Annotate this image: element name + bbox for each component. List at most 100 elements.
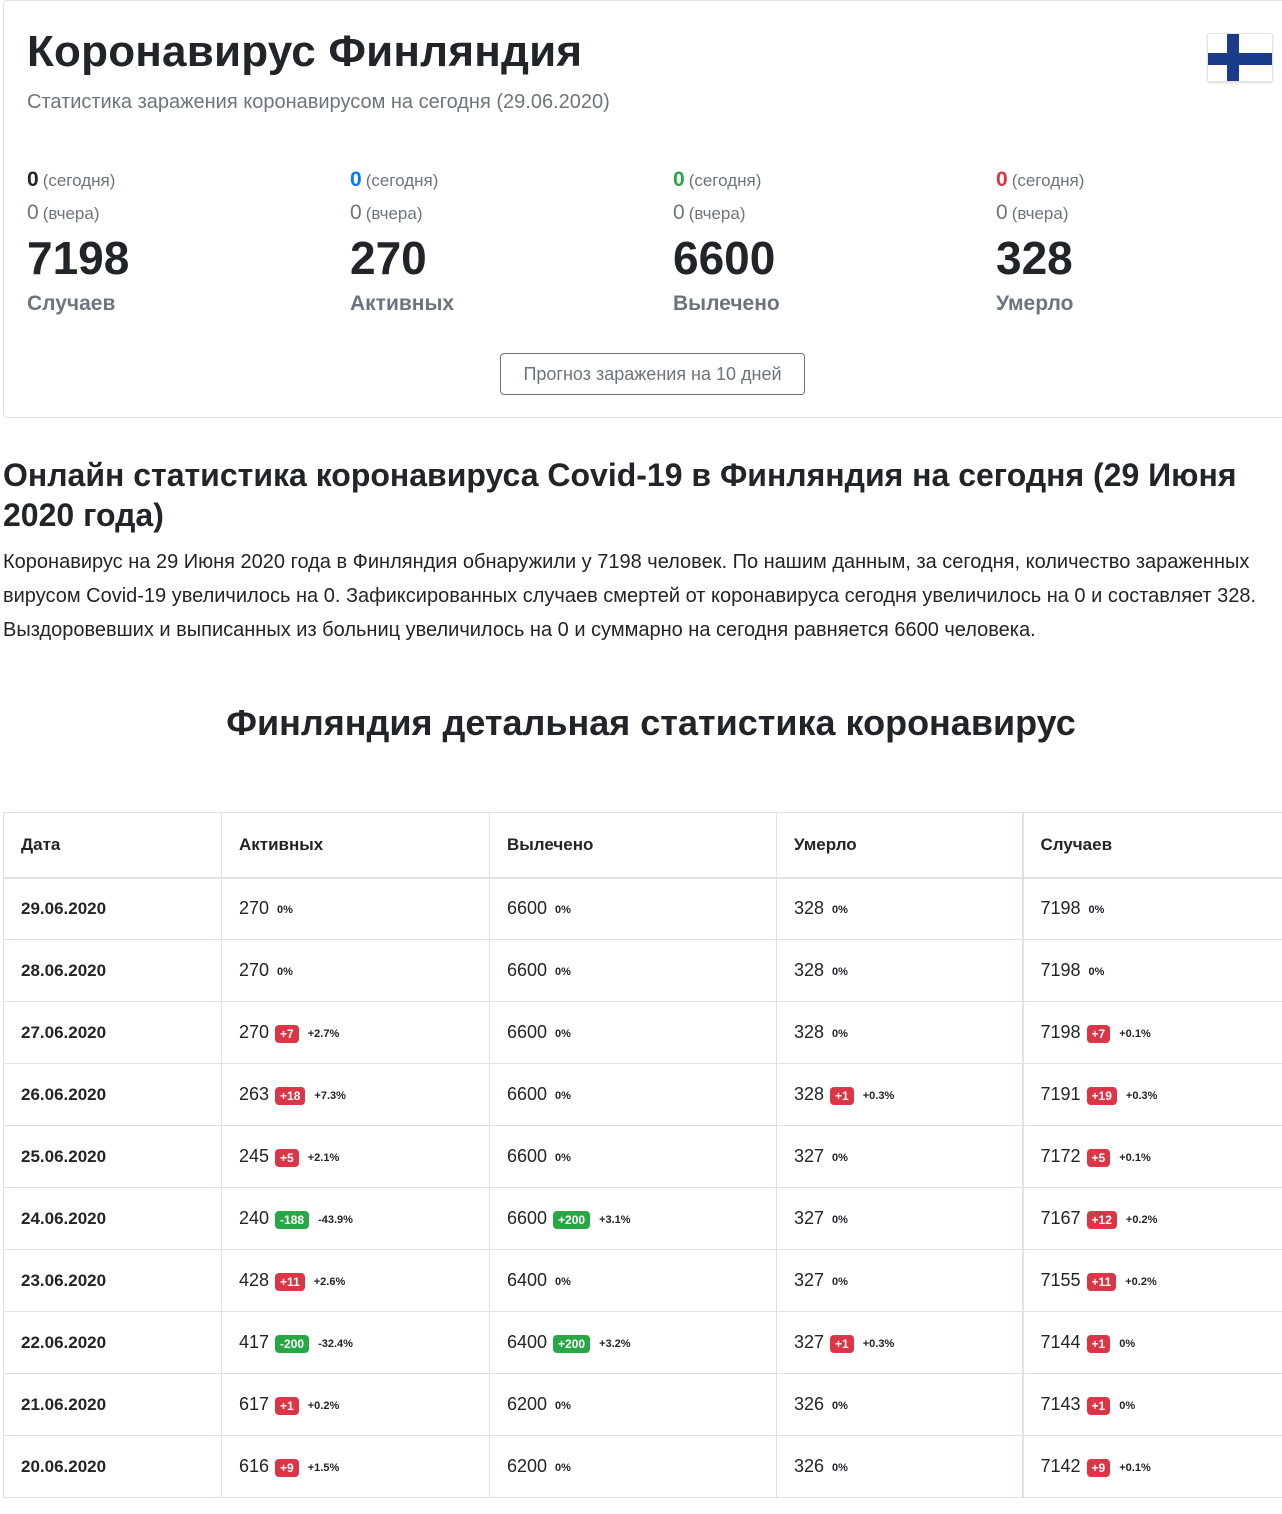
percent-change: 0% [832,1275,848,1288]
percent-change: 0% [277,903,293,916]
cell-deaths: 326 0% [776,1435,1023,1498]
cell-value: 6600 [507,1084,548,1104]
stat-today-label: (сегодня) [365,171,439,190]
stat-yesterday-value: 0 [27,201,39,224]
change-badge: +1 [1086,1334,1111,1353]
change-badge: +11 [275,1272,305,1291]
cell-date: 22.06.2020 [3,1311,222,1374]
stat-today-label: (сегодня) [42,171,116,190]
cell-value: 327 [794,1208,825,1228]
cell-cases: 7167 +12 +0.2% [1021,1187,1282,1250]
stat-total: 270 [350,232,427,284]
cell-cases: 7142 +9 +0.1% [1021,1435,1282,1498]
cell-active: 270 0% [221,939,490,1002]
change-badge: +7 [1086,1024,1111,1043]
cell-value: 327 [794,1270,825,1290]
cell-value: 6200 [507,1456,548,1476]
cell-deaths: 327 0% [776,1187,1023,1250]
article-heading: Онлайн статистика коронавируса Covid-19 … [3,457,1237,533]
stat-yesterday-label: (вчера) [1011,204,1069,223]
change-badge: +1 [1086,1396,1111,1415]
percent-change: 0% [832,965,848,978]
stat-yesterday-label: (вчера) [688,204,746,223]
cell-value: 6200 [507,1394,548,1414]
cell-deaths: 326 0% [776,1373,1023,1436]
cell-value: 7167 [1040,1208,1081,1228]
table-row: 24.06.2020 240 -188 -43.9% 6600 +200 +3.1% 327 0… [3,1187,1282,1250]
cell-value: 616 [239,1456,270,1476]
cell-value: 7191 [1040,1084,1081,1104]
cell-value: 7144 [1040,1332,1081,1352]
cell-value: 6600 [507,960,548,980]
cell-date: 25.06.2020 [3,1125,222,1188]
change-badge: -200 [275,1334,310,1353]
percent-change: 0% [832,1213,848,1226]
cell-date: 29.06.2020 [3,877,222,940]
stat-today: 0 (сегодня) [996,166,1282,194]
cell-value: 7198 [1040,898,1081,919]
cell-value: 270 [239,960,270,980]
percent-change: 0% [832,903,848,916]
column-header-recovered: Вылечено [489,812,777,879]
cell-date: 26.06.2020 [3,1063,222,1126]
stat-today-value: 0 [996,168,1008,191]
cell-active: 263 +18 +7.3% [221,1063,490,1126]
cell-date: 24.06.2020 [3,1187,222,1250]
cell-value: 6400 [507,1332,548,1352]
change-badge: +1 [830,1086,854,1105]
cell-date: 21.06.2020 [3,1373,222,1436]
percent-change: 0% [555,1399,571,1412]
stat-today: 0 (сегодня) [27,166,327,194]
percent-change: 0% [555,1461,571,1474]
cell-active: 270 +7 +2.7% [221,1001,490,1064]
column-header-date: Дата [3,812,222,879]
stat-today-value: 0 [673,168,685,191]
cell-cases: 7172 +5 +0.1% [1021,1125,1282,1188]
cell-value: 7155 [1040,1270,1081,1290]
cell-deaths: 328 0% [776,1001,1023,1064]
cell-value: 328 [794,1022,825,1042]
finland-flag-icon [1207,33,1273,82]
stat-today-value: 0 [350,168,362,191]
percent-change: +0.3% [862,1089,895,1102]
table-title: Финляндия детальная статистика коронавир… [226,702,1076,743]
cell-active: 428 +11 +2.6% [221,1249,490,1312]
percent-change: 0% [277,965,293,978]
stat-total: 7198 [27,232,130,284]
stat-yesterday-label: (вчера) [365,204,423,223]
stat-total: 6600 [673,232,776,284]
change-badge: -188 [275,1210,310,1229]
cell-value: 328 [794,960,825,980]
percent-change: +0.1% [1119,1461,1151,1474]
percent-change: 0% [832,1461,848,1474]
cell-cases: 7198 0% [1021,939,1282,1002]
percent-change: +0.1% [1119,1151,1151,1164]
stat-yesterday-value: 0 [350,201,362,224]
change-badge: +18 [275,1086,306,1105]
cell-date: 20.06.2020 [3,1435,222,1498]
stat-today: 0 (сегодня) [673,166,973,194]
cell-recovered: 6600 0% [489,1125,777,1188]
cell-cases: 7198 0% [1021,877,1282,940]
change-badge: +1 [275,1396,299,1415]
stat-yesterday-value: 0 [996,201,1008,224]
table-row: 23.06.2020 428 +11 +2.6% 6400 0% 327 0% 7155 +11 +… [3,1249,1282,1312]
cell-recovered: 6400 0% [489,1249,777,1312]
forecast-button[interactable]: Прогноз заражения на 10 дней [500,353,805,395]
cell-cases: 7155 +11 +0.2% [1021,1249,1282,1312]
cell-value: 270 [239,898,270,919]
percent-change: +3.2% [599,1337,631,1350]
change-badge: +5 [1086,1148,1111,1167]
cell-value: 245 [239,1146,270,1166]
percent-change: +0.3% [862,1337,895,1350]
stat-yesterday-label: (вчера) [42,204,100,223]
percent-change: +0.3% [1125,1089,1158,1102]
cell-active: 417 -200 -32.4% [221,1311,490,1374]
cell-value: 328 [794,898,825,919]
cell-cases: 7198 +7 +0.1% [1021,1001,1282,1064]
cell-value: 328 [794,1084,825,1104]
table-row: 28.06.2020 270 0% 6600 0% 328 0% 7198 0% [3,939,1282,1002]
stats-table: Дата Активных Вылечено Умерло Случаев 29… [3,812,1282,1498]
cell-recovered: 6600 0% [489,1001,777,1064]
percent-change: 0% [555,965,571,978]
